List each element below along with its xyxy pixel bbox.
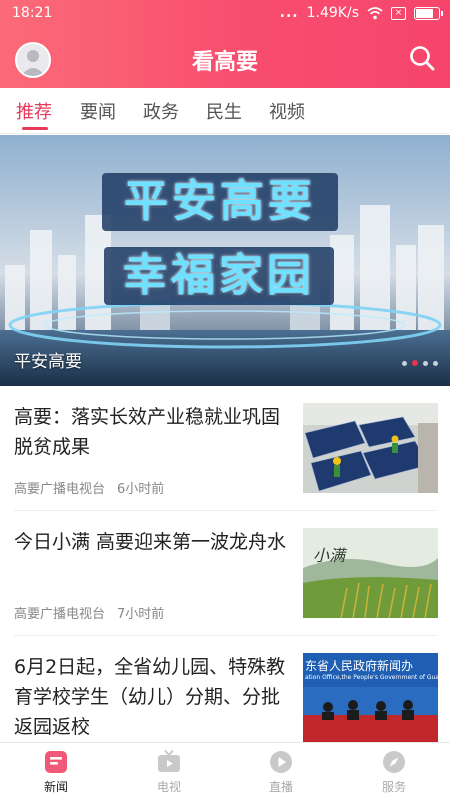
active-tab-indicator <box>22 127 48 130</box>
news-thumbnail <box>303 403 438 493</box>
banner-caption: 平安高要 <box>14 352 82 372</box>
live-play-icon <box>270 751 292 773</box>
wifi-icon <box>367 6 383 19</box>
thumb-label: 小满 <box>313 546 346 565</box>
news-source: 高要广播电视台 <box>14 607 106 622</box>
news-item[interactable]: 高要：落实长效产业稳就业巩固脱贫成果 高要广播电视台 6小时前 <box>0 386 450 510</box>
news-item[interactable]: 今日小满 高要迎来第一波龙舟水 高要广播电视台 7小时前 小满 <box>0 511 450 635</box>
nav-live[interactable]: 直播 <box>225 743 337 800</box>
news-title: 高要：落实长效产业稳就业巩固脱贫成果 <box>14 406 281 458</box>
sim-off-icon: × <box>391 6 406 20</box>
thumb-banner-subtext: ation Office,the People's Government of … <box>305 674 438 681</box>
tab-recommend[interactable]: 推荐 <box>16 98 52 124</box>
nav-label: 服务 <box>381 780 406 794</box>
nav-news[interactable]: 新闻 <box>0 743 112 800</box>
news-thumbnail: 小满 <box>303 528 438 618</box>
banner-carousel[interactable]: 平安高要 幸福家园 平安高要 <box>0 135 450 386</box>
news-time: 6小时前 <box>117 482 165 497</box>
nav-label: 直播 <box>268 780 293 794</box>
news-meta: 高要广播电视台 7小时前 <box>14 603 164 622</box>
pager-dot-active <box>412 360 418 366</box>
search-icon[interactable] <box>408 44 436 72</box>
page-title: 看高要 <box>191 50 258 75</box>
news-time: 7小时前 <box>117 607 165 622</box>
news-title: 今日小满 高要迎来第一波龙舟水 <box>14 531 287 553</box>
tab-video[interactable]: 视频 <box>269 98 305 124</box>
carousel-pager <box>402 360 438 366</box>
pager-dot <box>423 360 428 366</box>
signal-dots: ... <box>279 5 299 21</box>
nav-label: 电视 <box>156 780 181 794</box>
service-compass-icon <box>383 751 405 773</box>
battery-icon <box>414 6 443 20</box>
bottom-navigation: 新闻 电视 直播 服务 <box>0 742 450 800</box>
title-bar: 看高要 <box>0 28 450 88</box>
status-bar: 18:21 ... 1.49K/s × <box>0 0 450 28</box>
nav-service[interactable]: 服务 <box>338 743 450 800</box>
news-item[interactable]: 6月2日起，全省幼儿园、特殊教育学校学生（幼儿）分期、分批返园返校 东省人民政府… <box>0 636 450 742</box>
status-time: 18:21 <box>12 5 53 21</box>
news-thumbnail: 东省人民政府新闻办 ation Office,the People's Gove… <box>303 653 438 742</box>
nav-label: 新闻 <box>43 780 68 794</box>
news-title: 6月2日起，全省幼儿园、特殊教育学校学生（幼儿）分期、分批返园返校 <box>14 656 286 738</box>
banner-headline-line1: 平安高要 <box>124 176 316 227</box>
pager-dot <box>402 360 407 366</box>
tab-government[interactable]: 政务 <box>143 98 179 124</box>
app-header-background: 18:21 ... 1.49K/s × 看高要 <box>0 0 450 88</box>
solar-panels-image <box>303 403 438 493</box>
network-speed: 1.49K/s <box>306 5 359 21</box>
thumb-banner-text: 东省人民政府新闻办 <box>305 659 414 673</box>
category-tabs: 推荐 要闻 政务 民生 视频 <box>0 88 450 134</box>
tv-icon <box>158 749 180 772</box>
tab-headlines[interactable]: 要闻 <box>80 98 116 124</box>
pager-dot <box>433 360 438 366</box>
banner-headline-line2: 幸福家园 <box>123 250 315 301</box>
nav-tv[interactable]: 电视 <box>113 743 225 800</box>
tab-livelihood[interactable]: 民生 <box>206 98 242 124</box>
news-source: 高要广播电视台 <box>14 482 106 497</box>
news-meta: 高要广播电视台 6小时前 <box>14 478 164 497</box>
news-icon <box>45 751 67 773</box>
